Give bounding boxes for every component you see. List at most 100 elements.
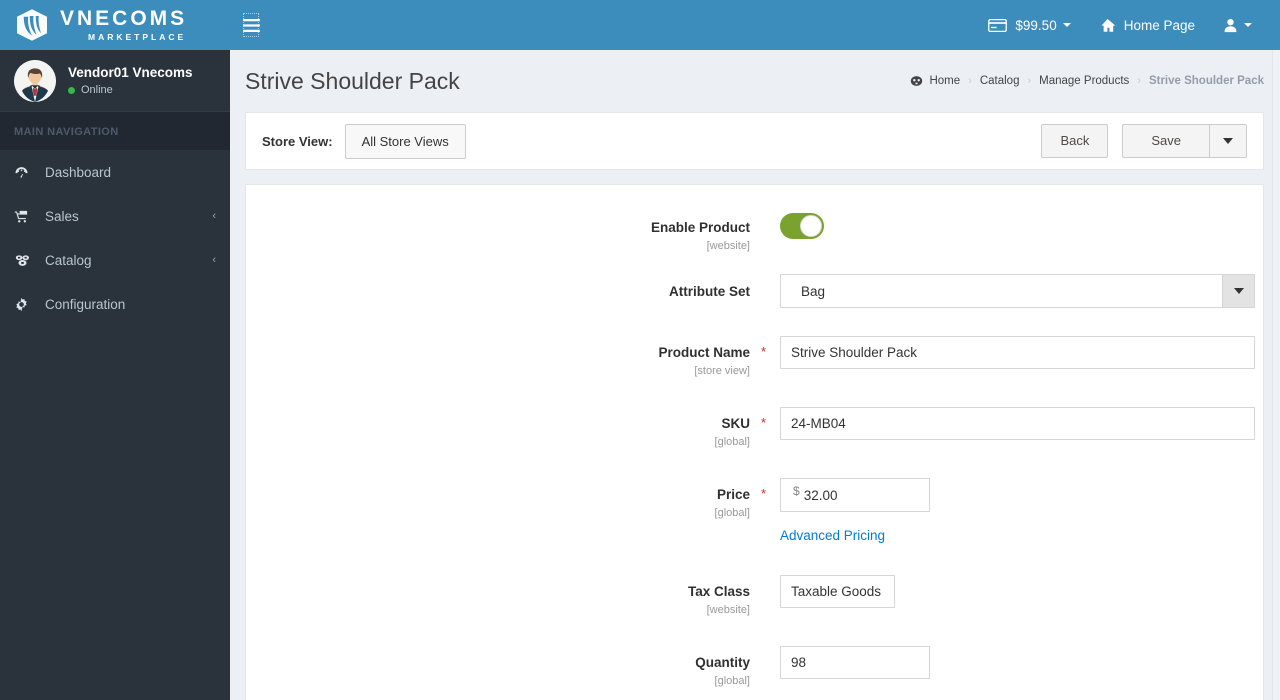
field-label-col: Attribute Set <box>246 274 750 301</box>
advanced-pricing-link[interactable]: Advanced Pricing <box>780 528 885 543</box>
field-label-col: Quantity [global] <box>246 646 750 687</box>
save-button[interactable]: Save <box>1122 123 1209 159</box>
status-badge: Online <box>68 84 193 96</box>
sidebar-user-name: Vendor01 Vnecoms <box>68 65 193 80</box>
topnav-item-balance[interactable]: $99.50 <box>974 0 1084 50</box>
breadcrumb-item-current: Strive Shoulder Pack <box>1148 75 1264 87</box>
page-header: Strive Shoulder Pack Home › Catalog › Ma… <box>230 50 1280 112</box>
field-enable-product: Enable Product [website] <box>246 211 1263 252</box>
sidebar-item-catalog[interactable]: Catalog ‹ <box>0 238 230 282</box>
attribute-set-value: Bag <box>801 283 826 299</box>
sidebar: VNECOMS MARKETPLACE Vendor01 Vnecoms Onl… <box>0 0 230 700</box>
topbar: $99.50 Home Page <box>230 0 1280 50</box>
field-scope: [website] <box>706 604 750 616</box>
content-area: Strive Shoulder Pack Home › Catalog › Ma… <box>230 50 1280 700</box>
field-quantity: Quantity [global] <box>246 646 1263 687</box>
field-label: Price <box>716 487 750 502</box>
topnav-item-home-page[interactable]: Home Page <box>1085 0 1209 50</box>
field-label-col: Tax Class [website] <box>246 575 750 616</box>
user-icon <box>1223 18 1238 33</box>
brand-text: VNECOMS MARKETPLACE <box>60 8 187 42</box>
field-scope: [store view] <box>694 365 750 377</box>
breadcrumb-item-home[interactable]: Home <box>929 75 960 87</box>
field-label: Enable Product <box>650 220 750 235</box>
field-label: Product Name <box>658 345 750 360</box>
sidebar-item-configuration[interactable]: Configuration <box>0 282 230 326</box>
home-icon <box>1099 18 1116 33</box>
caret-down-icon[interactable] <box>1222 275 1254 307</box>
field-scope: [global] <box>714 507 750 519</box>
breadcrumb-item-manage-products[interactable]: Manage Products <box>1039 75 1129 87</box>
caret-down-icon <box>1223 137 1233 144</box>
breadcrumb-item-catalog[interactable]: Catalog <box>980 75 1020 87</box>
cart-icon <box>14 209 36 224</box>
topbar-nav: $99.50 Home Page <box>974 0 1280 50</box>
status-dot-icon <box>68 86 75 94</box>
field-scope: [global] <box>714 436 750 448</box>
field-scope: [global] <box>714 675 750 687</box>
field-tax-class: Tax Class [website] <box>246 575 1263 616</box>
price-input[interactable] <box>803 479 904 511</box>
field-input-col: Bag <box>750 274 1263 308</box>
field-label-col: Product Name * [store view] <box>246 336 766 377</box>
sidebar-item-label: Sales <box>45 208 79 224</box>
field-sku: SKU * [global] <box>246 407 1263 448</box>
tax-class-select[interactable] <box>780 575 895 608</box>
sidebar-item-label: Catalog <box>45 252 92 268</box>
sidebar-item-label: Dashboard <box>45 164 112 180</box>
attribute-set-select[interactable]: Bag <box>780 274 1255 308</box>
sidebar-user-meta: Vendor01 Vnecoms Online <box>68 65 193 96</box>
field-label: Quantity <box>695 655 750 670</box>
field-scope: [website] <box>706 240 750 252</box>
brand-logo[interactable]: VNECOMS MARKETPLACE <box>0 0 230 50</box>
avatar <box>14 59 56 102</box>
nav-section-header: MAIN NAVIGATION <box>0 112 230 150</box>
field-price: Price * [global] $ Advanced Pricing <box>246 478 1263 545</box>
chevron-left-icon: ‹ <box>212 210 216 222</box>
status-label: Online <box>81 84 113 96</box>
breadcrumb-separator: › <box>1137 75 1141 87</box>
chevron-left-icon: ‹ <box>212 254 216 266</box>
sidebar-user-panel[interactable]: Vendor01 Vnecoms Online <box>0 50 230 112</box>
sidebar-item-label: Configuration <box>45 296 126 312</box>
topnav-item-label: $99.50 <box>1015 17 1057 33</box>
breadcrumb-separator: › <box>1027 75 1032 87</box>
field-input-col <box>750 211 1263 244</box>
field-input-col <box>750 575 1263 608</box>
field-label-col: SKU * [global] <box>246 407 766 448</box>
sidebar-item-sales[interactable]: Sales ‹ <box>0 194 230 238</box>
product-name-input[interactable] <box>780 336 1255 369</box>
page-title: Strive Shoulder Pack <box>245 67 460 94</box>
field-input-col <box>750 336 1263 369</box>
sidebar-item-dashboard[interactable]: Dashboard <box>0 150 230 194</box>
action-buttons: Back Save <box>1041 123 1247 159</box>
currency-symbol: $ <box>793 484 800 498</box>
home-breadcrumb-icon <box>910 75 923 87</box>
stacked-layers-logo-icon <box>14 7 50 43</box>
field-label-col: Price * [global] <box>246 478 766 519</box>
topnav-item-user-menu[interactable] <box>1209 0 1266 50</box>
field-product-name: Product Name * [store view] <box>246 336 1263 377</box>
dashboard-icon <box>14 165 36 180</box>
product-form: Enable Product [website] Attribute Set B… <box>245 184 1264 700</box>
enable-product-toggle[interactable] <box>780 213 824 239</box>
storeview-selector[interactable]: All Store Views <box>344 123 466 159</box>
quantity-input[interactable] <box>780 646 930 679</box>
breadcrumb-separator: › <box>968 75 972 87</box>
field-input-col <box>750 646 1263 679</box>
field-label: Tax Class <box>687 584 750 599</box>
caret-down-icon <box>1062 23 1071 27</box>
save-options-button[interactable] <box>1209 123 1247 159</box>
catalog-icon <box>14 253 36 268</box>
sku-input[interactable] <box>780 407 1255 440</box>
caret-down-icon <box>1244 23 1252 27</box>
page-scrollbar[interactable] <box>1272 50 1280 700</box>
hamburger-icon[interactable] <box>230 0 272 50</box>
field-label: Attribute Set <box>669 284 750 299</box>
price-input-group: $ <box>780 478 930 512</box>
toggle-knob <box>800 215 822 237</box>
gear-icon <box>14 297 36 312</box>
back-button[interactable]: Back <box>1041 123 1109 159</box>
required-marker: * <box>760 344 766 359</box>
topnav-item-label: Home Page <box>1123 17 1195 33</box>
